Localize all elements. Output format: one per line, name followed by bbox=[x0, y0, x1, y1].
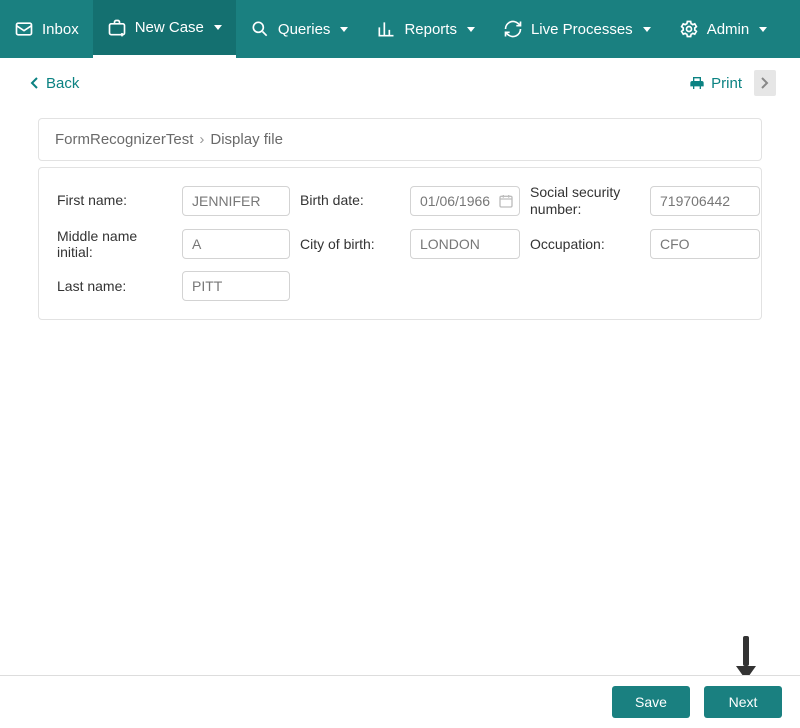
back-label: Back bbox=[46, 75, 79, 92]
save-button[interactable]: Save bbox=[612, 686, 690, 718]
breadcrumb-separator: › bbox=[199, 131, 204, 148]
nav-live-processes-label: Live Processes bbox=[531, 21, 633, 38]
gear-icon bbox=[679, 19, 699, 39]
last-name-field[interactable] bbox=[182, 271, 290, 301]
first-name-field[interactable] bbox=[182, 186, 290, 216]
nav-inbox[interactable]: Inbox bbox=[0, 0, 93, 58]
breadcrumb: FormRecognizerTest › Display file bbox=[38, 118, 762, 161]
label-occupation: Occupation: bbox=[530, 236, 640, 253]
nav-admin[interactable]: Admin bbox=[665, 0, 782, 58]
city-of-birth-field[interactable] bbox=[410, 229, 520, 259]
label-birth-date: Birth date: bbox=[300, 192, 400, 209]
breadcrumb-root: FormRecognizerTest bbox=[55, 131, 193, 148]
refresh-icon bbox=[503, 19, 523, 39]
form-card: First name: Birth date: Social security … bbox=[38, 167, 762, 320]
birth-date-wrap bbox=[410, 186, 520, 216]
back-link[interactable]: Back bbox=[30, 75, 79, 92]
caret-down-icon bbox=[643, 27, 651, 32]
caret-down-icon bbox=[340, 27, 348, 32]
nav-queries[interactable]: Queries bbox=[236, 0, 363, 58]
briefcase-plus-icon bbox=[107, 18, 127, 38]
nav-reports[interactable]: Reports bbox=[362, 0, 489, 58]
form-grid: First name: Birth date: Social security … bbox=[57, 184, 743, 301]
print-link[interactable]: Print bbox=[689, 75, 742, 92]
nav-reports-label: Reports bbox=[404, 21, 457, 38]
nav-inbox-label: Inbox bbox=[42, 21, 79, 38]
label-city-of-birth: City of birth: bbox=[300, 236, 400, 253]
footer: Save Next bbox=[0, 675, 800, 728]
nav-admin-label: Admin bbox=[707, 21, 750, 38]
occupation-field[interactable] bbox=[650, 229, 760, 259]
chart-icon bbox=[376, 19, 396, 39]
inbox-icon bbox=[14, 19, 34, 39]
caret-down-icon bbox=[759, 27, 767, 32]
middle-initial-field[interactable] bbox=[182, 229, 290, 259]
nav-new-case[interactable]: New Case bbox=[93, 0, 236, 58]
label-first-name: First name: bbox=[57, 192, 172, 209]
breadcrumb-leaf: Display file bbox=[210, 131, 283, 148]
chevron-left-icon bbox=[30, 76, 40, 90]
caret-down-icon bbox=[214, 25, 222, 30]
birth-date-field[interactable] bbox=[410, 186, 520, 216]
annotation-arrow-icon bbox=[736, 636, 756, 680]
print-label: Print bbox=[711, 75, 742, 92]
nav-queries-label: Queries bbox=[278, 21, 331, 38]
label-last-name: Last name: bbox=[57, 278, 172, 295]
printer-icon bbox=[689, 75, 705, 91]
ssn-field[interactable] bbox=[650, 186, 760, 216]
scroll-right-stub[interactable] bbox=[754, 70, 776, 96]
next-button[interactable]: Next bbox=[704, 686, 782, 718]
nav-new-case-label: New Case bbox=[135, 19, 204, 36]
label-middle-initial: Middle name initial: bbox=[57, 228, 172, 262]
subbar: Back Print bbox=[0, 58, 800, 100]
search-icon bbox=[250, 19, 270, 39]
top-nav: Inbox New Case Queries Reports Live Proc… bbox=[0, 0, 800, 58]
nav-live-processes[interactable]: Live Processes bbox=[489, 0, 665, 58]
caret-down-icon bbox=[467, 27, 475, 32]
label-ssn: Social security number: bbox=[530, 184, 640, 218]
